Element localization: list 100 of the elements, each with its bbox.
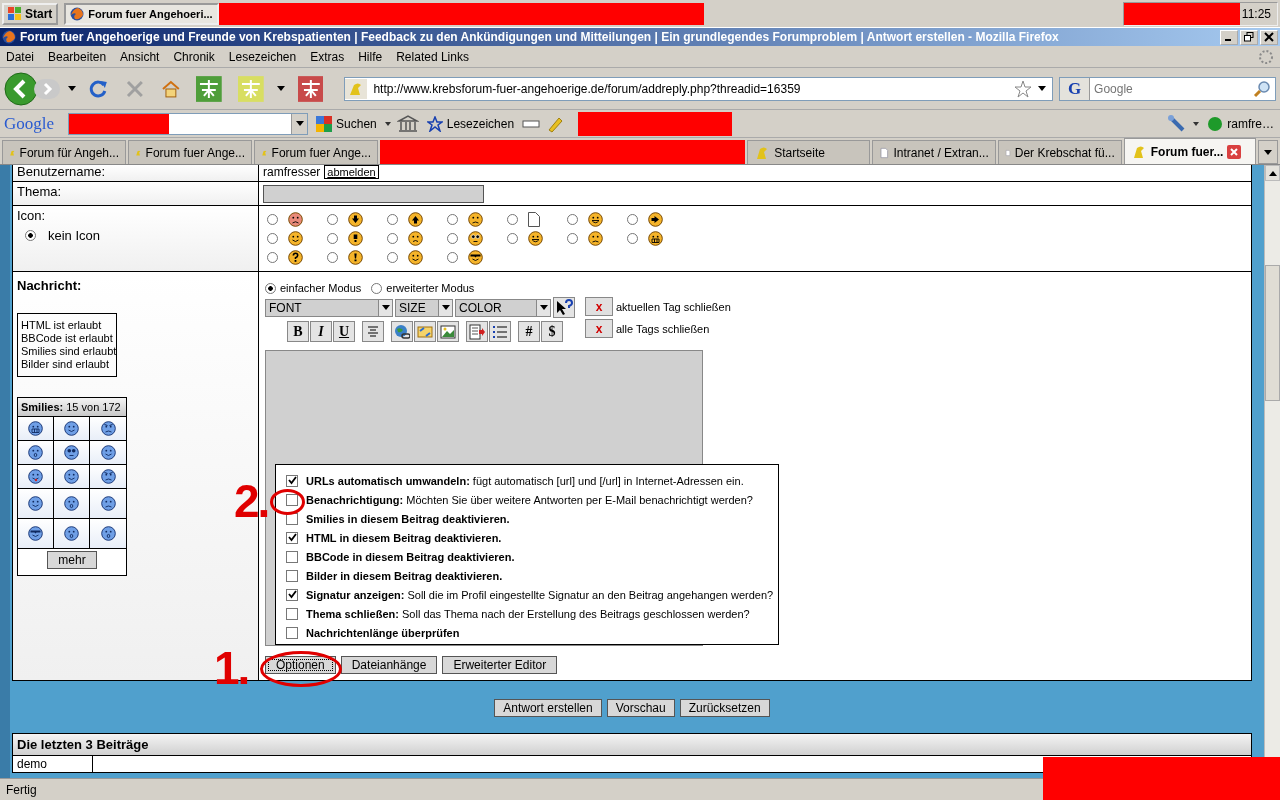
form-action-button[interactable]: Zurücksetzen bbox=[679, 699, 770, 717]
smiley-icon[interactable] bbox=[28, 496, 43, 511]
smiley-icon[interactable] bbox=[64, 445, 79, 460]
smiley-icon[interactable] bbox=[64, 421, 79, 436]
format-dropdown[interactable]: SIZE bbox=[395, 298, 453, 317]
editor-tab-button[interactable]: Optionen bbox=[265, 656, 336, 674]
radio-button[interactable] bbox=[447, 252, 458, 263]
taskbar-window-button[interactable]: Forum fuer Angehoeri... bbox=[64, 2, 219, 25]
radio-button[interactable] bbox=[507, 214, 518, 225]
dropdown-caret-icon[interactable] bbox=[276, 86, 285, 91]
smiley-icon[interactable] bbox=[28, 445, 43, 460]
smiley-icon[interactable] bbox=[100, 445, 116, 460]
menu-item[interactable]: Lesezeichen bbox=[228, 49, 297, 64]
radio-button[interactable] bbox=[371, 282, 383, 294]
smiley-icon[interactable] bbox=[28, 526, 43, 541]
checkbox[interactable] bbox=[286, 531, 298, 544]
dropdown-caret-icon[interactable] bbox=[295, 121, 304, 126]
smiley-icon[interactable] bbox=[100, 496, 116, 511]
smiley-icon[interactable] bbox=[28, 421, 43, 436]
form-action-button[interactable]: Antwort erstellen bbox=[494, 699, 602, 717]
form-action-button[interactable]: Vorschau bbox=[606, 699, 675, 717]
browser-tab[interactable]: Forum fuer... bbox=[1123, 138, 1257, 164]
more-button[interactable]: mehr bbox=[47, 551, 97, 569]
radio-button[interactable] bbox=[447, 233, 458, 244]
address-field[interactable]: http://www.krebsforum-fuer-angehoerige.de/forum/addreply.php?threadid=16359 bbox=[344, 76, 1054, 101]
scrollbar-thumb[interactable] bbox=[1265, 265, 1280, 401]
radio-button[interactable] bbox=[567, 233, 578, 244]
radio-button[interactable] bbox=[267, 233, 278, 244]
checkbox[interactable] bbox=[286, 588, 298, 601]
menu-item[interactable]: Datei bbox=[6, 49, 34, 64]
toolbar-symbol-icon[interactable] bbox=[196, 75, 223, 102]
browser-tab[interactable]: Forum fuer Ange... bbox=[128, 140, 252, 164]
editor-tab-button[interactable]: Dateianhänge bbox=[340, 656, 438, 674]
restore-button[interactable] bbox=[1240, 29, 1258, 45]
help-button[interactable] bbox=[553, 297, 575, 318]
menu-item[interactable]: Related Links bbox=[396, 49, 469, 64]
star-icon[interactable] bbox=[1014, 79, 1033, 98]
smiley-icon[interactable] bbox=[64, 469, 79, 484]
dropdown-caret-icon[interactable] bbox=[1038, 86, 1047, 91]
symbol-button[interactable]: # bbox=[518, 321, 540, 342]
quote-button[interactable] bbox=[466, 321, 488, 342]
radio-button[interactable] bbox=[387, 214, 398, 225]
tab-list-button[interactable] bbox=[1258, 140, 1278, 164]
format-button[interactable]: B bbox=[287, 321, 309, 342]
email-button[interactable] bbox=[414, 321, 436, 342]
bookmarks-button[interactable]: Lesezeichen bbox=[424, 115, 517, 132]
radio-button[interactable] bbox=[327, 252, 338, 263]
search-box[interactable]: G Google bbox=[1059, 76, 1277, 101]
radio-button[interactable] bbox=[327, 233, 338, 244]
link-button[interactable] bbox=[391, 321, 413, 342]
checkbox[interactable] bbox=[286, 607, 298, 620]
search-icon[interactable] bbox=[1253, 79, 1272, 98]
toolbar-symbol-icon[interactable] bbox=[297, 75, 324, 102]
close-tag-button[interactable]: x bbox=[585, 297, 613, 316]
checkbox[interactable] bbox=[286, 626, 298, 639]
home-icon[interactable] bbox=[160, 78, 181, 99]
checkbox[interactable] bbox=[286, 474, 298, 487]
browser-tab[interactable]: Startseite bbox=[747, 140, 870, 164]
image-button[interactable] bbox=[437, 321, 459, 342]
search-engine-button[interactable]: G bbox=[1060, 77, 1091, 100]
menu-item[interactable]: Extras bbox=[310, 49, 345, 64]
checkbox[interactable] bbox=[286, 493, 298, 506]
format-dropdown[interactable]: COLOR bbox=[455, 298, 551, 317]
close-tag-button[interactable]: x bbox=[585, 319, 613, 338]
account-button[interactable]: ramfre… bbox=[1205, 115, 1276, 132]
search-field[interactable]: Google bbox=[1090, 78, 1254, 99]
dropdown-caret-icon[interactable] bbox=[384, 121, 391, 126]
radio-button[interactable] bbox=[267, 252, 278, 263]
close-button[interactable] bbox=[1260, 29, 1278, 45]
google-search-field[interactable] bbox=[68, 112, 309, 135]
menu-item[interactable]: Bearbeiten bbox=[48, 49, 107, 64]
menu-item[interactable]: Ansicht bbox=[120, 49, 160, 64]
align-center-button[interactable] bbox=[362, 321, 384, 342]
smiley-icon[interactable] bbox=[28, 469, 43, 484]
radio-button[interactable] bbox=[387, 252, 398, 263]
radio-button[interactable] bbox=[627, 233, 638, 244]
smiley-icon[interactable] bbox=[100, 469, 116, 484]
symbol-button[interactable]: $ bbox=[541, 321, 563, 342]
format-dropdown[interactable]: FONT bbox=[265, 298, 393, 317]
menu-item[interactable]: Chronik bbox=[173, 49, 215, 64]
forward-button[interactable] bbox=[34, 76, 60, 101]
format-button[interactable]: U bbox=[333, 321, 355, 342]
radio-button[interactable] bbox=[267, 214, 278, 225]
dropdown-caret-icon[interactable] bbox=[68, 86, 76, 91]
radio-button[interactable] bbox=[567, 214, 578, 225]
radio-button[interactable] bbox=[507, 233, 518, 244]
dropdown-caret-icon[interactable] bbox=[1193, 121, 1200, 126]
start-button[interactable]: Start bbox=[2, 2, 59, 25]
browser-tab[interactable]: Intranet / Extran... bbox=[871, 140, 996, 164]
reload-icon[interactable] bbox=[88, 78, 109, 99]
radio-button[interactable] bbox=[447, 214, 458, 225]
checkbox[interactable] bbox=[286, 550, 298, 563]
smiley-icon[interactable] bbox=[100, 526, 116, 541]
editor-tab-button[interactable]: Erweiterter Editor bbox=[442, 656, 558, 674]
back-button[interactable] bbox=[4, 71, 38, 106]
bank-icon[interactable] bbox=[396, 114, 419, 133]
smiley-icon[interactable] bbox=[100, 421, 116, 436]
radio-button[interactable] bbox=[627, 214, 638, 225]
checkbox[interactable] bbox=[286, 569, 298, 582]
browser-tab[interactable]: Forum fuer Ange... bbox=[254, 140, 378, 164]
